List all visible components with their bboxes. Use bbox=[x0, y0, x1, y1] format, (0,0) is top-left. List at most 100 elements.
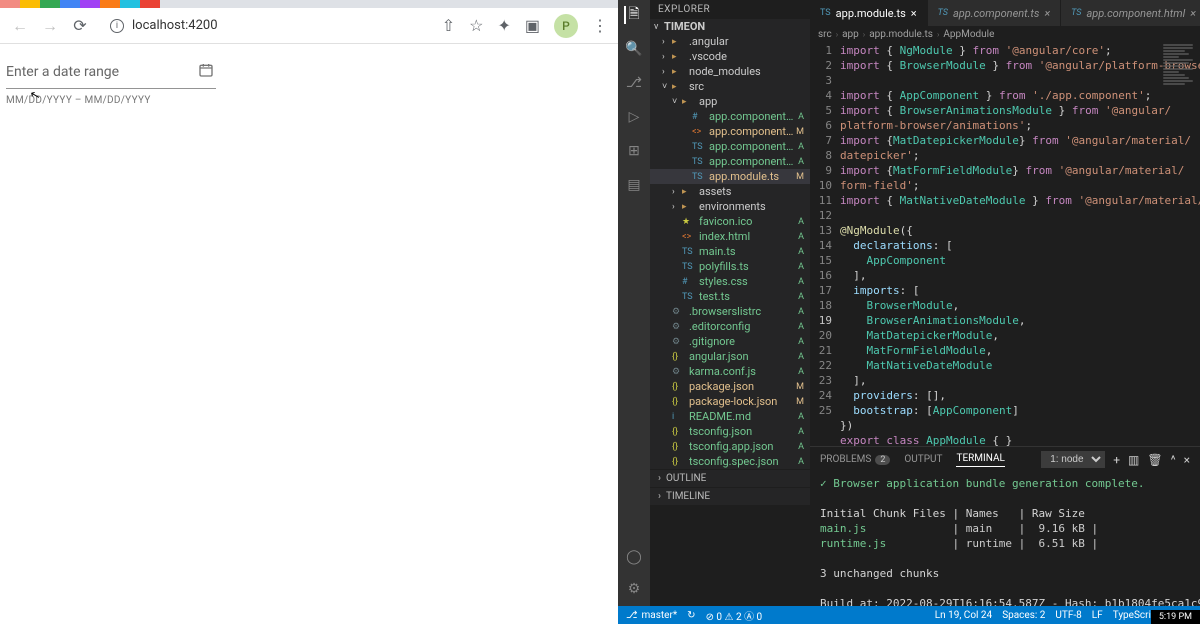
file-item[interactable]: {}tsconfig.spec.jsonA bbox=[650, 454, 810, 469]
file-item[interactable]: TSapp.component.spec.tsA bbox=[650, 154, 810, 169]
file-item[interactable]: TSpolyfills.tsA bbox=[650, 259, 810, 274]
address-bar[interactable]: i localhost:4200 bbox=[100, 12, 432, 40]
editor-tab[interactable]: TSapp.module.ts× bbox=[810, 0, 928, 26]
folder-item[interactable]: ›▸assets bbox=[650, 184, 810, 199]
file-item[interactable]: ⚙.editorconfigA bbox=[650, 319, 810, 334]
extensions-icon[interactable]: ✦ bbox=[497, 16, 510, 35]
problems-badge: 2 bbox=[875, 455, 890, 465]
file-item[interactable]: iREADME.mdA bbox=[650, 409, 810, 424]
folder-item[interactable]: ›▸.vscode bbox=[650, 49, 810, 64]
reload-button[interactable]: ⟳ bbox=[70, 16, 90, 35]
output-tab[interactable]: OUTPUT bbox=[904, 454, 942, 465]
file-item[interactable]: ⚙karma.conf.jsA bbox=[650, 364, 810, 379]
chrome-window: ← → ⟳ i localhost:4200 ⇧ ☆ ✦ ▣ P ⋮ Enter… bbox=[0, 0, 618, 624]
bottom-panel: PROBLEMS 2 OUTPUT TERMINAL 1: node + ▥ 🗑 bbox=[810, 446, 1200, 606]
editor-tab[interactable]: TSapp.component.ts× bbox=[928, 0, 1062, 26]
sidepanel-icon[interactable]: ▣ bbox=[525, 16, 540, 35]
project-root[interactable]: v TIMEON bbox=[650, 19, 810, 34]
editor-tab[interactable]: TSapp.component.html× bbox=[1061, 0, 1200, 26]
terminal-output[interactable]: ✓ Browser application bundle generation … bbox=[810, 472, 1200, 606]
profile-avatar[interactable]: P bbox=[554, 14, 578, 38]
breadcrumb-segment[interactable]: app.module.ts bbox=[869, 29, 933, 40]
split-terminal-icon[interactable]: ▥ bbox=[1128, 453, 1139, 467]
file-item[interactable]: ★favicon.icoA bbox=[650, 214, 810, 229]
kill-terminal-icon[interactable]: 🗑 bbox=[1147, 453, 1162, 467]
breadcrumb[interactable]: src›app›app.module.ts›AppModule bbox=[810, 26, 1200, 43]
close-panel-icon[interactable]: × bbox=[1184, 453, 1190, 467]
folder-item[interactable]: ›▸environments bbox=[650, 199, 810, 214]
share-icon[interactable]: ⇧ bbox=[442, 16, 455, 35]
chrome-viewport: Enter a date range MM/DD/YYYY – MM/DD/YY… bbox=[0, 44, 618, 624]
status-errors[interactable]: ⊘ 0 ⚠ 2 Ⓐ 0 bbox=[706, 608, 763, 623]
terminal-tab[interactable]: TERMINAL bbox=[956, 453, 1004, 467]
site-info-icon[interactable]: i bbox=[110, 19, 124, 33]
books-activity-icon[interactable]: ▤ bbox=[625, 176, 643, 194]
terminal-select[interactable]: 1: node bbox=[1041, 451, 1105, 468]
file-item[interactable]: ⚙.browserslistrcA bbox=[650, 304, 810, 319]
breadcrumb-segment[interactable]: AppModule bbox=[943, 29, 994, 40]
close-icon[interactable]: × bbox=[1190, 7, 1196, 20]
back-button[interactable]: ← bbox=[10, 16, 30, 36]
status-bar: ⎇ master* ↻ ⊘ 0 ⚠ 2 Ⓐ 0 Ln 19, Col 24 Sp… bbox=[618, 606, 1200, 624]
folder-item[interactable]: ˅▸src bbox=[650, 79, 810, 94]
date-range-hint: MM/DD/YYYY – MM/DD/YYYY bbox=[6, 95, 612, 106]
breadcrumb-segment[interactable]: app bbox=[842, 29, 859, 40]
file-item[interactable]: TSapp.component.tsA bbox=[650, 139, 810, 154]
file-item[interactable]: TStest.tsA bbox=[650, 289, 810, 304]
maximize-panel-icon[interactable]: ^ bbox=[1171, 453, 1176, 467]
status-cursor[interactable]: Ln 19, Col 24 bbox=[935, 610, 992, 621]
file-item[interactable]: <>index.htmlA bbox=[650, 229, 810, 244]
close-icon[interactable]: × bbox=[911, 7, 917, 20]
code-content[interactable]: import { NgModule } from '@angular/core'… bbox=[840, 43, 1200, 446]
file-item[interactable]: TSmain.tsA bbox=[650, 244, 810, 259]
explorer-tree[interactable]: v TIMEON ›▸.angular›▸.vscode›▸node_modul… bbox=[650, 19, 810, 469]
folder-item[interactable]: ›▸.angular bbox=[650, 34, 810, 49]
file-item[interactable]: {}package.jsonM bbox=[650, 379, 810, 394]
calendar-icon[interactable] bbox=[198, 62, 214, 82]
activity-bar: 🗎 🔍 ⎇ ▷ ⊞ ▤ ◯ ⚙ bbox=[618, 0, 650, 606]
scm-activity-icon[interactable]: ⎇ bbox=[625, 74, 643, 92]
date-range-field[interactable]: Enter a date range bbox=[6, 58, 216, 89]
file-item[interactable]: ⚙.gitignoreA bbox=[650, 334, 810, 349]
address-url: localhost:4200 bbox=[132, 18, 218, 33]
windows-taskbar-clock[interactable]: 5:19 PM bbox=[1151, 610, 1200, 624]
search-activity-icon[interactable]: 🔍 bbox=[625, 40, 643, 58]
close-icon[interactable]: × bbox=[1044, 7, 1050, 20]
chrome-toolbar: ← → ⟳ i localhost:4200 ⇧ ☆ ✦ ▣ P ⋮ bbox=[0, 8, 618, 44]
forward-button[interactable]: → bbox=[40, 16, 60, 36]
file-item[interactable]: {}package-lock.jsonM bbox=[650, 394, 810, 409]
file-item[interactable]: {}tsconfig.app.jsonA bbox=[650, 439, 810, 454]
new-terminal-icon[interactable]: + bbox=[1113, 453, 1120, 467]
file-item[interactable]: {}tsconfig.jsonA bbox=[650, 424, 810, 439]
extensions-activity-icon[interactable]: ⊞ bbox=[625, 142, 643, 160]
file-item[interactable]: TSapp.module.tsM bbox=[650, 169, 810, 184]
settings-gear-icon[interactable]: ⚙ bbox=[625, 580, 643, 598]
status-spaces[interactable]: Spaces: 2 bbox=[1002, 610, 1045, 621]
code-editor[interactable]: 1234567891011121314151617181920212223242… bbox=[810, 43, 1200, 446]
minimap[interactable] bbox=[1160, 43, 1200, 446]
file-item[interactable]: {}angular.jsonA bbox=[650, 349, 810, 364]
bookmark-icon[interactable]: ☆ bbox=[469, 16, 483, 35]
problems-tab[interactable]: PROBLEMS 2 bbox=[820, 454, 890, 465]
mouse-cursor-icon: ↖ bbox=[28, 87, 41, 103]
breadcrumb-segment[interactable]: src bbox=[818, 29, 832, 40]
kebab-menu-icon[interactable]: ⋮ bbox=[592, 16, 608, 35]
file-item[interactable]: <>app.component.htmlM bbox=[650, 124, 810, 139]
editor-tabs: TSapp.module.ts×TSapp.component.ts×TSapp… bbox=[810, 0, 1200, 26]
file-item[interactable]: #styles.cssA bbox=[650, 274, 810, 289]
editor-group: TSapp.module.ts×TSapp.component.ts×TSapp… bbox=[810, 0, 1200, 606]
timeline-section[interactable]: ›TIMELINE bbox=[650, 487, 810, 505]
outline-section[interactable]: ›OUTLINE bbox=[650, 469, 810, 487]
status-encoding[interactable]: UTF-8 bbox=[1055, 610, 1081, 621]
line-gutter: 1234567891011121314151617181920212223242… bbox=[810, 43, 840, 446]
folder-item[interactable]: ›▸node_modules bbox=[650, 64, 810, 79]
file-item[interactable]: #app.component.cssA bbox=[650, 109, 810, 124]
status-branch[interactable]: ⎇ master* bbox=[626, 610, 677, 621]
folder-item[interactable]: ˅▸app bbox=[650, 94, 810, 109]
status-eol[interactable]: LF bbox=[1092, 610, 1103, 621]
account-icon[interactable]: ◯ bbox=[625, 548, 643, 566]
date-range-label: Enter a date range bbox=[6, 64, 119, 80]
debug-activity-icon[interactable]: ▷ bbox=[625, 108, 643, 126]
status-sync[interactable]: ↻ bbox=[687, 610, 695, 621]
explorer-activity-icon[interactable]: 🗎 bbox=[624, 6, 642, 24]
